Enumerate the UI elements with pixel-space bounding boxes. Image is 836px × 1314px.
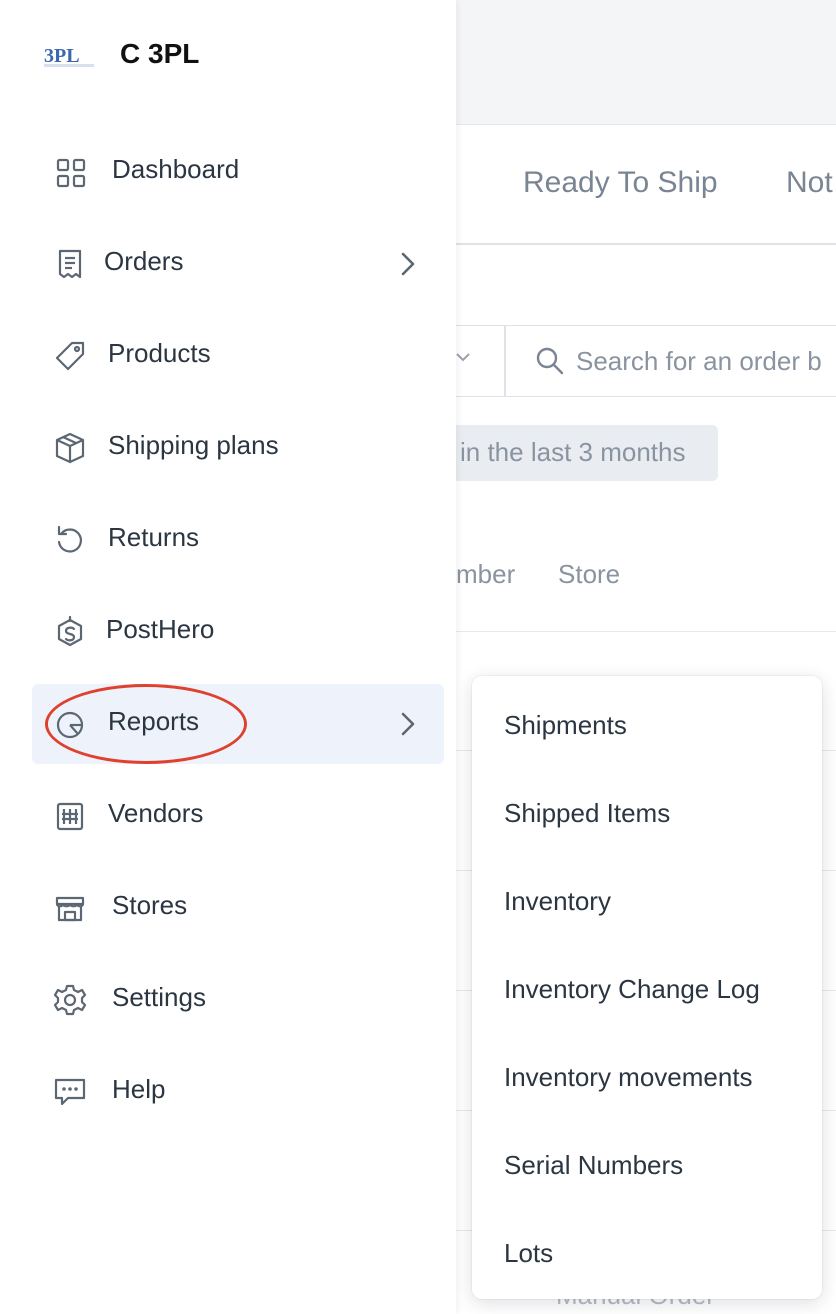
sidebar-item-products[interactable]: Products [32, 316, 444, 396]
receipt-icon [58, 249, 82, 279]
chevron-right-icon [401, 712, 415, 736]
box-icon [55, 432, 85, 464]
highlight-annotation [45, 684, 247, 764]
dashboard-icon [56, 158, 86, 188]
filter-select[interactable] [456, 326, 505, 396]
date-filter-chip[interactable]: in the last 3 months [456, 425, 718, 481]
submenu-item-shipments[interactable]: Shipments [504, 710, 627, 741]
posthero-icon [57, 615, 83, 647]
sidebar-item-label: Settings [112, 982, 206, 1012]
svg-text:3PL: 3PL [44, 45, 80, 67]
sidebar-item-label: Help [112, 1074, 166, 1104]
sidebar-item-dashboard[interactable]: Dashboard [32, 132, 444, 212]
submenu-item-inventory[interactable]: Inventory [504, 886, 611, 917]
sidebar-item-label: Shipping plans [108, 430, 279, 460]
submenu-item-shipped-items[interactable]: Shipped Items [504, 798, 670, 829]
tab-ready-to-ship[interactable]: Ready To Ship [523, 166, 718, 200]
sidebar-item-label: Vendors [108, 798, 204, 828]
chevron-right-icon [401, 252, 415, 276]
sidebar-item-returns[interactable]: Returns [32, 500, 444, 580]
sidebar-item-label: Orders [104, 246, 184, 276]
sidebar-item-settings[interactable]: Settings [32, 960, 444, 1040]
sidebar-item-help[interactable]: Help [32, 1052, 444, 1132]
submenu-item-inventory-change-log[interactable]: Inventory Change Log [504, 974, 760, 1005]
search-icon [536, 347, 564, 375]
reports-submenu: Shipments Shipped Items Inventory Invent… [472, 676, 822, 1299]
brand-logo: 3PL [44, 40, 96, 70]
row-divider [456, 631, 836, 632]
column-header-store[interactable]: Store [558, 559, 620, 590]
sidebar-item-label: PostHero [106, 614, 215, 644]
tab-not[interactable]: Not [786, 166, 833, 200]
chat-icon [54, 1078, 86, 1106]
date-filter-label: in the last 3 months [460, 437, 686, 467]
submenu-item-lots[interactable]: Lots [504, 1238, 553, 1269]
sidebar-item-vendors[interactable]: Vendors [32, 776, 444, 856]
sidebar-item-stores[interactable]: Stores [32, 868, 444, 948]
gear-icon [53, 984, 87, 1016]
sidebar: 3PL C 3PL Dashboard Orders Products Ship… [0, 0, 456, 1314]
sidebar-item-label: Returns [108, 522, 200, 552]
search-input[interactable]: Search for an order b [505, 326, 836, 396]
submenu-item-serial-numbers[interactable]: Serial Numbers [504, 1150, 683, 1181]
brand-name: C 3PL [120, 38, 200, 69]
column-header-number[interactable]: mber [456, 559, 515, 590]
top-bar [456, 0, 836, 125]
sidebar-item-posthero[interactable]: PostHero [32, 592, 444, 672]
sidebar-item-label: Products [108, 338, 211, 368]
search-placeholder: Search for an order b [576, 346, 822, 376]
filter-bar: Search for an order b [456, 325, 836, 397]
sidebar-item-label: Stores [112, 890, 188, 920]
store-icon [55, 896, 85, 922]
sidebar-item-label: Dashboard [112, 154, 240, 184]
sidebar-item-shipping-plans[interactable]: Shipping plans [32, 408, 444, 488]
return-icon [57, 525, 82, 553]
chevron-down-icon [456, 353, 470, 362]
sidebar-item-orders[interactable]: Orders [32, 224, 444, 304]
tag-icon [55, 341, 85, 371]
submenu-item-inventory-movements[interactable]: Inventory movements [504, 1062, 753, 1093]
building-icon [56, 802, 84, 831]
